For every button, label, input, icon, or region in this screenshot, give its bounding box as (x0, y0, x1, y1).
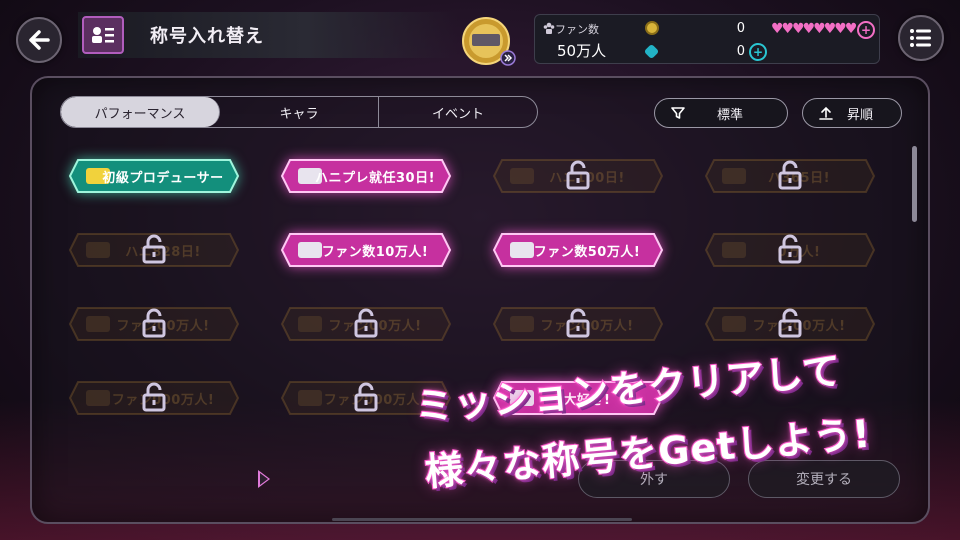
title-plate[interactable]: ファン00万人! (68, 306, 240, 342)
page-title: 称号入れ替え (150, 26, 264, 47)
producer-badge[interactable] (460, 16, 516, 66)
menu-list-icon (910, 29, 931, 47)
plate-label: 初級プロデューサー (102, 170, 224, 186)
header: 称号入れ替え ファン数 50万人 0 0 + ♥♥♥♥♥♥♥♥ + (0, 0, 960, 72)
change-title-label: 変更する (796, 472, 852, 488)
fan-count-value: 50万人 (557, 42, 607, 60)
title-plate[interactable]: 初級プロデューサー (68, 158, 240, 194)
tab-event[interactable]: イベント (379, 97, 537, 127)
filter-funnel-icon (671, 107, 685, 119)
title-plate[interactable]: ファン000万人! (280, 380, 452, 416)
remove-title-label: 外す (640, 472, 668, 488)
status-panel: ファン数 50万人 0 0 + ♥♥♥♥♥♥♥♥ + (534, 14, 880, 64)
change-title-button[interactable]: 変更する (748, 460, 900, 498)
profile-card-icon (82, 16, 124, 54)
sort-order-button[interactable]: 昇順 (802, 98, 902, 128)
remove-title-button[interactable]: 外す (578, 460, 730, 498)
horizontal-scroll-indicator (332, 518, 632, 521)
stamina-hearts-icon: ♥♥♥♥♥♥♥♥ (771, 21, 857, 37)
gem-icon (643, 43, 660, 60)
filter-button[interactable]: 標準 (654, 98, 788, 128)
tab-character[interactable]: キャラ (220, 97, 379, 127)
coin-value: 0 (736, 21, 745, 36)
add-stamina-icon[interactable]: + (857, 21, 875, 39)
sort-order-label: 昇順 (847, 107, 874, 123)
title-plate[interactable]: ファン00万人! (704, 306, 876, 342)
sort-ascending-icon (819, 106, 833, 120)
coin-icon (645, 21, 659, 35)
title-plate[interactable]: ハニ828日! (68, 232, 240, 268)
title-plate[interactable]: 0万人! (704, 232, 876, 268)
plate-label: ファン数10万人! (321, 244, 429, 260)
filter-label: 標準 (717, 107, 744, 123)
category-tabs: パフォーマンス キャラ イベント (60, 96, 538, 128)
title-bar: 称号入れ替え (78, 12, 458, 58)
plate-label: ハニプレ就任30日! (314, 170, 436, 186)
tab-performance[interactable]: パフォーマンス (61, 97, 220, 127)
back-arrow-icon (29, 30, 50, 50)
gem-value: 0 (736, 44, 745, 59)
title-plate[interactable]: ハ365日! (704, 158, 876, 194)
menu-button[interactable] (898, 15, 944, 61)
fans-icon (543, 22, 555, 34)
next-page-arrow-icon[interactable] (258, 470, 270, 488)
title-plate[interactable]: 大好き! (492, 380, 664, 416)
fan-count-label: ファン数 (555, 23, 599, 36)
back-button[interactable] (16, 17, 62, 63)
title-plate[interactable]: ファン数10万人! (280, 232, 452, 268)
title-plate[interactable]: ファン00万人! (280, 306, 452, 342)
title-plate[interactable]: ファン数50万人! (492, 232, 664, 268)
plate-label: ファン数50万人! (533, 244, 641, 260)
title-select-panel: パフォーマンス キャラ イベント 標準 昇順 初級プロデューサー ハニプレ就任30… (30, 76, 930, 524)
title-plate[interactable]: ハニ100日! (492, 158, 664, 194)
plate-label: 大好き! (563, 392, 611, 408)
title-plate[interactable]: ファン000万人! (68, 380, 240, 416)
title-plate[interactable]: ハニプレ就任30日! (280, 158, 452, 194)
title-plate[interactable]: ファン00万人! (492, 306, 664, 342)
add-gem-icon[interactable]: + (749, 43, 767, 61)
vertical-scrollbar[interactable] (912, 146, 917, 222)
